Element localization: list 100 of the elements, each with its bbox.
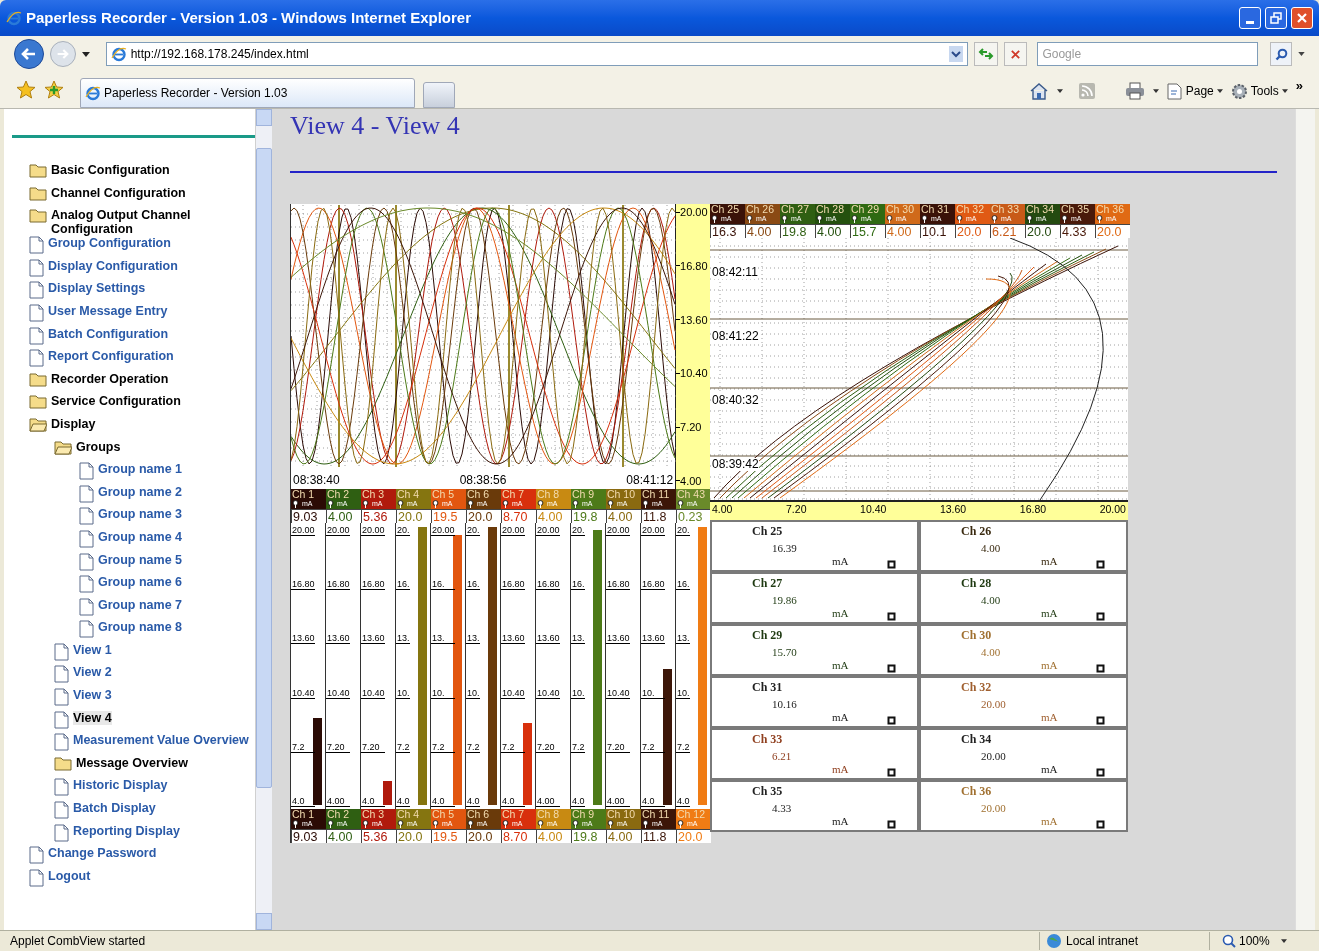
nav-link[interactable]: Basic Configuration <box>51 163 170 177</box>
channel-value: 20.0 <box>396 509 431 523</box>
dropdown-caret-icon[interactable] <box>948 46 963 62</box>
scale-label: 16. <box>676 579 690 591</box>
nav-link[interactable]: Groups <box>76 439 121 454</box>
pin-icon <box>397 500 404 508</box>
nav-link[interactable]: Analog Output Channel Configuration <box>51 208 255 237</box>
nav-link[interactable]: Group name 2 <box>98 484 183 499</box>
channel-name: Ch 6 <box>467 809 491 820</box>
nav-link[interactable]: Batch Display <box>73 801 156 816</box>
scale-label: 13.60 <box>291 633 315 645</box>
more-tools-button[interactable]: » <box>1295 76 1303 96</box>
nav-link[interactable]: Recorder Operation <box>51 371 169 386</box>
scale-label: 4.00 <box>326 795 350 807</box>
channel-name: Ch 27 <box>752 577 783 590</box>
nav-link[interactable]: Group name 4 <box>98 529 183 544</box>
channel-name: Ch 34 <box>1026 204 1056 215</box>
security-zone: Local intranet <box>1066 933 1139 950</box>
nav-link[interactable]: Message Overview <box>76 755 188 770</box>
nav-link[interactable]: Report Configuration <box>48 349 174 364</box>
dropdown-caret-icon[interactable] <box>1298 52 1305 56</box>
scale-label: 16.80 <box>361 579 385 591</box>
nav-link[interactable]: Measurement Value Overview <box>73 733 249 748</box>
nav-link[interactable]: Channel Configuration <box>51 185 186 200</box>
minimize-button[interactable] <box>1239 7 1261 29</box>
channel-name: Ch 25 <box>711 204 741 215</box>
search-field[interactable]: Google <box>1037 42 1259 66</box>
nav-link[interactable]: Display Configuration <box>48 258 178 273</box>
tools-menu-button[interactable]: Tools <box>1230 82 1288 100</box>
pin-icon <box>607 820 614 828</box>
nav-link[interactable]: View 2 <box>73 665 112 680</box>
scale-label: 10. <box>396 687 410 699</box>
refresh-button[interactable] <box>973 42 998 66</box>
status-message: Applet CombView started <box>10 933 147 950</box>
scale-label: 13. <box>676 633 690 645</box>
channel-name: Ch 36 <box>1096 204 1126 215</box>
nav-link[interactable]: Logout <box>48 868 91 883</box>
axis-label: 13.60 <box>939 502 967 516</box>
search-button[interactable] <box>1270 42 1293 66</box>
nav-link[interactable]: View 1 <box>73 642 112 657</box>
nav-link[interactable]: Group name 3 <box>98 507 183 522</box>
unit-label: mA <box>1041 607 1058 619</box>
pin-icon <box>607 500 614 508</box>
nav-link[interactable]: Change Password <box>48 846 157 861</box>
channel-name: Ch 3 <box>362 809 386 820</box>
scale-label: 10. <box>571 687 585 699</box>
channel-name: Ch 2 <box>327 809 351 820</box>
address-field[interactable]: http://192.168.178.245/index.html <box>105 42 968 66</box>
printer-icon[interactable] <box>1124 82 1145 100</box>
zoom-level[interactable]: 100% <box>1239 932 1270 950</box>
pin-icon <box>432 820 439 828</box>
back-button[interactable] <box>14 39 44 69</box>
dropdown-caret-icon[interactable] <box>81 51 90 57</box>
channel-value: 4.00 <box>745 224 780 238</box>
small-square-icon <box>1096 768 1105 777</box>
unit-label: mA <box>832 763 849 775</box>
nav-link[interactable]: Group Configuration <box>48 236 171 251</box>
star-icon[interactable] <box>16 80 36 100</box>
nav-link[interactable]: Display Settings <box>48 281 146 296</box>
nav-link[interactable]: Display <box>51 416 96 431</box>
scrollbar[interactable] <box>1295 109 1315 930</box>
nav-link[interactable]: Historic Display <box>73 778 168 793</box>
restore-button[interactable] <box>1265 7 1287 29</box>
scrollbar[interactable] <box>255 109 272 930</box>
scale-label: 13.60 <box>326 633 350 645</box>
stop-button[interactable] <box>1003 42 1028 66</box>
scale-label: 7.20 <box>361 741 385 753</box>
nav-link[interactable]: Group name 1 <box>98 462 183 477</box>
nav-link[interactable]: Group name 8 <box>98 620 183 635</box>
page-icon <box>29 303 44 322</box>
home-icon[interactable] <box>1028 82 1049 100</box>
nav-link[interactable]: View 3 <box>73 688 112 703</box>
nav-link[interactable]: User Message Entry <box>48 303 168 318</box>
nav-link[interactable]: View 4 <box>73 710 112 725</box>
channel-value: 10.16 <box>772 698 797 710</box>
pin-icon <box>292 820 299 828</box>
scale-label: 10.40 <box>606 687 630 699</box>
close-button[interactable] <box>1291 7 1313 29</box>
nav-link[interactable]: Reporting Display <box>73 823 180 838</box>
channel-name: Ch 33 <box>991 204 1021 215</box>
browser-tab[interactable]: Paperless Recorder - Version 1.03 <box>80 78 415 108</box>
scale-label: 20.00 <box>501 525 525 536</box>
nav-link[interactable]: Service Configuration <box>51 394 181 409</box>
close-icon <box>1296 12 1308 24</box>
dropdown-caret-icon[interactable] <box>1056 89 1063 93</box>
add-star-icon[interactable] <box>44 80 64 100</box>
small-square-icon <box>887 560 896 569</box>
nav-link[interactable]: Group name 6 <box>98 575 183 590</box>
nav-link[interactable]: Group name 5 <box>98 552 183 567</box>
pin-icon <box>397 820 404 828</box>
pin-icon <box>746 215 753 223</box>
page-menu-button[interactable]: Page <box>1166 82 1223 100</box>
channel-value: 8.70 <box>501 509 536 523</box>
nav-link[interactable]: Group name 7 <box>98 597 183 612</box>
channel-value: 20.00 <box>981 750 1006 762</box>
scale-label: 16.80 <box>291 579 315 591</box>
dropdown-caret-icon[interactable] <box>1280 939 1287 943</box>
dropdown-caret-icon[interactable] <box>1152 89 1159 93</box>
small-square-icon <box>1096 716 1105 725</box>
nav-link[interactable]: Batch Configuration <box>48 326 169 341</box>
